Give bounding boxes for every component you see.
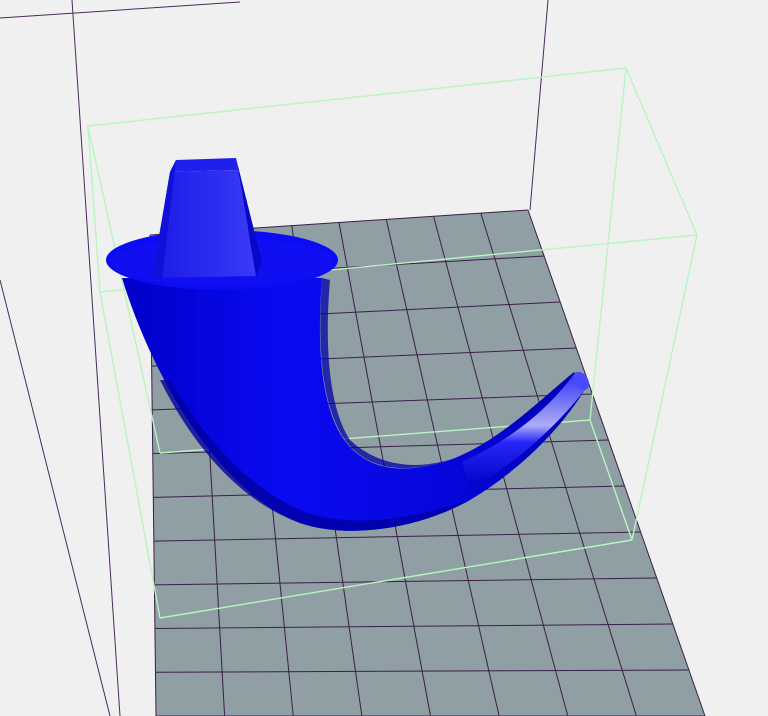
scene-canvas[interactable] <box>0 0 768 716</box>
3d-viewport[interactable] <box>0 0 768 716</box>
horn-peg <box>152 158 262 280</box>
